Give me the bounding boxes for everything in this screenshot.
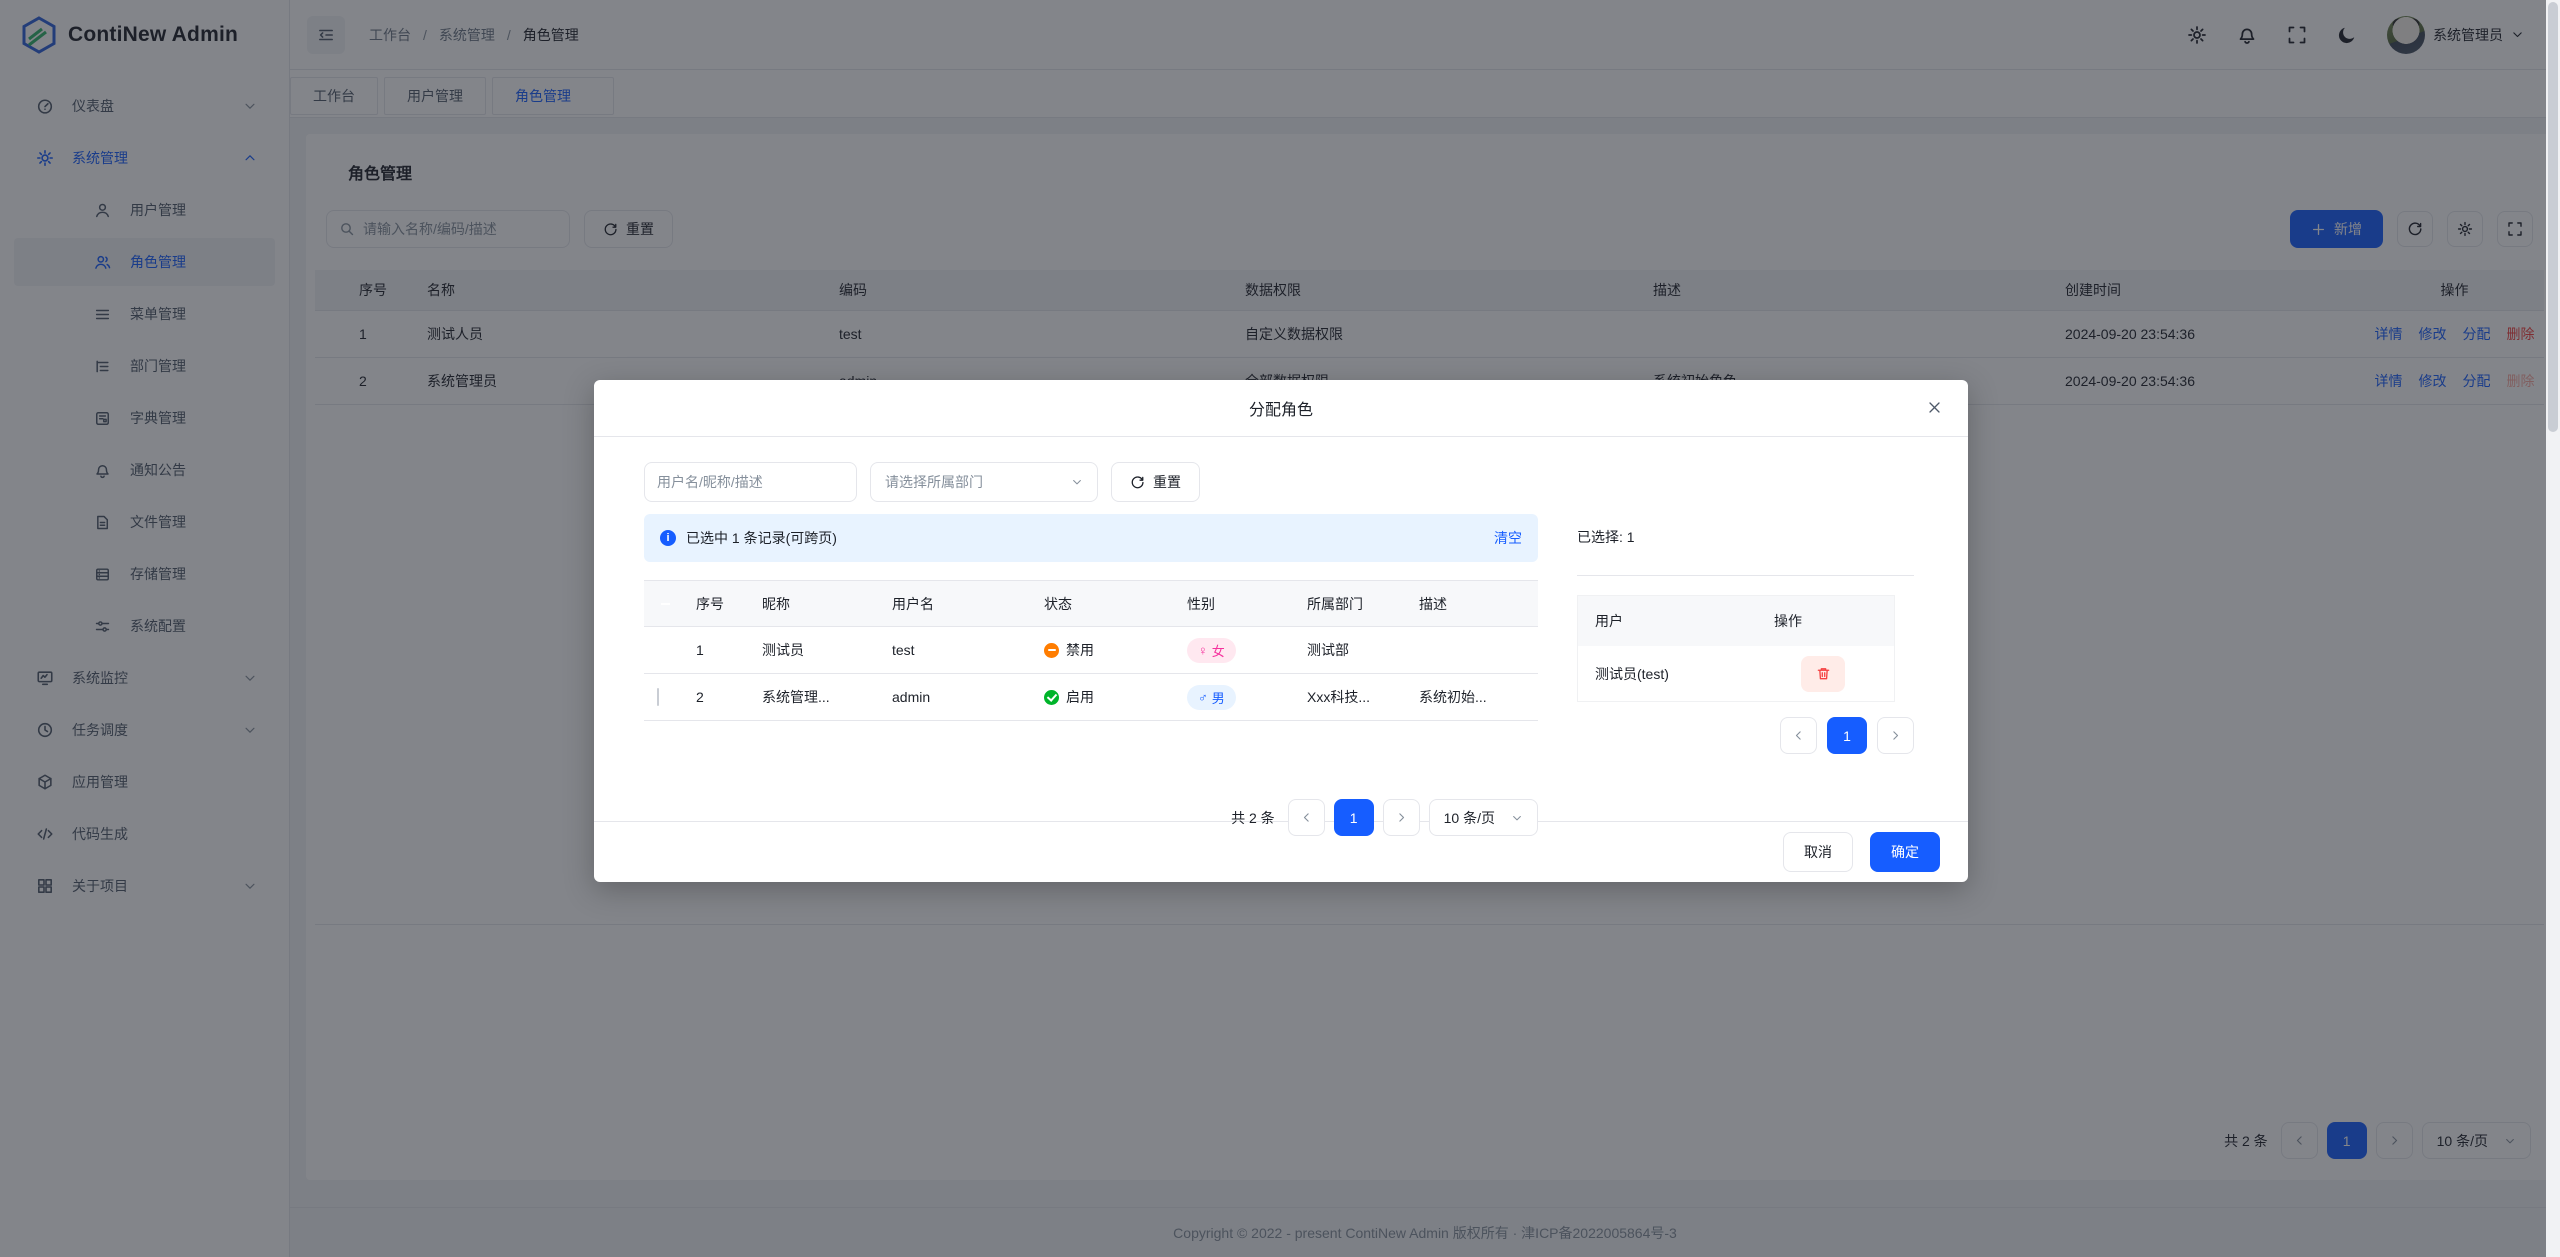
gender-female-badge: ♀ 女 [1187,638,1236,663]
user-search-input[interactable] [657,474,844,490]
modal-reset-button[interactable]: 重置 [1111,462,1200,502]
dept-select[interactable]: 请选择所属部门 [870,462,1098,502]
user-search-box[interactable] [644,462,857,502]
selected-users-table: 用户 操作 测试员(test) [1577,595,1895,702]
selected-user-name: 测试员(test) [1578,664,1774,684]
next-page-button[interactable] [1877,717,1914,754]
selected-pagination: 1 [1577,717,1914,754]
selected-users-panel: 已选择: 1 用户 操作 测试员(test) 1 [1577,527,1914,754]
trash-icon [1816,666,1831,681]
modal-pagination: 共 2 条 1 10 条/页 [644,799,1538,836]
user-select-table: 序号 昵称 用户名 状态 性别 所属部门 描述 1 测试员 test 禁用 ♀ … [644,580,1538,721]
table-row[interactable]: 1 测试员 test 禁用 ♀ 女 测试部 [644,627,1538,674]
page-number-button[interactable]: 1 [1334,799,1374,836]
refresh-icon [1130,475,1145,490]
selected-table-header: 用户 操作 [1578,596,1894,646]
table-row[interactable]: 2 系统管理... admin 启用 ♂ 男 Xxx科技... 系统初始... [644,674,1538,721]
modal-title: 分配角色 [1249,396,1313,420]
page-size-select[interactable]: 10 条/页 [1429,799,1538,836]
chevron-down-icon [1071,476,1083,488]
chevron-down-icon [1511,812,1523,824]
close-icon[interactable] [1927,400,1942,415]
status-badge: 禁用 [1044,640,1187,660]
remove-selected-button[interactable] [1801,656,1845,692]
prev-page-button[interactable] [1288,799,1325,836]
info-icon: i [660,530,676,546]
page-scrollbar[interactable] [2546,0,2560,1257]
status-badge: 启用 [1044,687,1187,707]
selected-count-title: 已选择: 1 [1577,527,1914,547]
clear-selection-link[interactable]: 清空 [1494,528,1522,548]
selection-alert: i 已选中 1 条记录(可跨页) 清空 [644,514,1538,562]
prev-page-button[interactable] [1780,717,1817,754]
scrollbar-thumb[interactable] [2548,2,2558,432]
divider [1577,575,1914,576]
enabled-status-icon [1044,690,1059,705]
assign-role-modal: 分配角色 请选择所属部门 重置 i 已选中 1 条记录(可跨页) 清空 [594,380,1968,882]
disabled-status-icon [1044,643,1059,658]
selection-alert-text: 已选中 1 条记录(可跨页) [686,528,837,548]
selected-user-row: 测试员(test) [1578,646,1894,701]
user-table-header: 序号 昵称 用户名 状态 性别 所属部门 描述 [644,580,1538,627]
cancel-button[interactable]: 取消 [1783,832,1853,872]
confirm-button[interactable]: 确定 [1870,832,1940,872]
row-checkbox-unchecked[interactable] [657,688,659,706]
modal-filter-row: 请选择所属部门 重置 [644,462,1200,502]
modal-header: 分配角色 [594,380,1968,437]
pagination-total: 共 2 条 [1231,808,1275,828]
page-number-button[interactable]: 1 [1827,717,1867,754]
next-page-button[interactable] [1383,799,1420,836]
modal-body: 请选择所属部门 重置 i 已选中 1 条记录(可跨页) 清空 序号 昵称 用户名… [594,437,1968,821]
gender-male-badge: ♂ 男 [1187,685,1236,710]
